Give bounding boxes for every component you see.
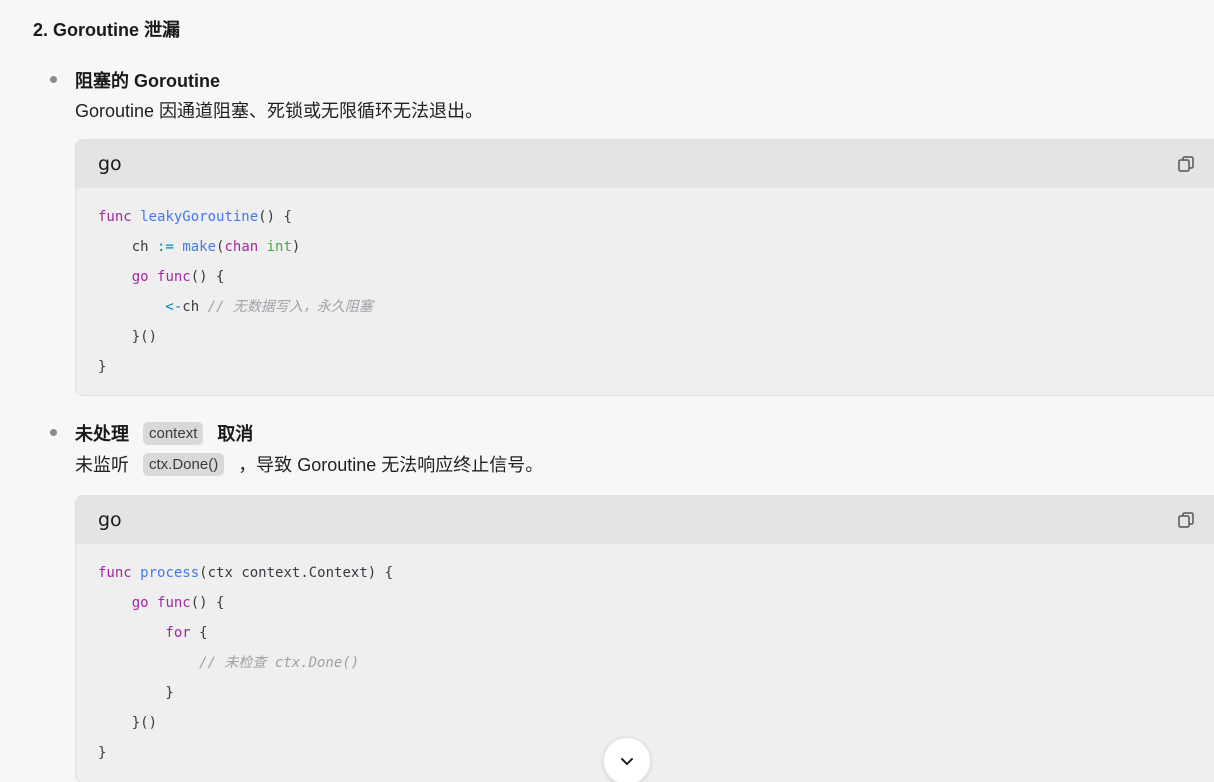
code-token: ) — [291, 239, 301, 255]
item-desc-text: ，导致 Goroutine 无法响应终止信号。 — [238, 455, 544, 475]
copy-icon[interactable] — [1177, 511, 1195, 529]
code-line: } — [98, 352, 1214, 382]
inline-code-ctx-done: ctx.Done() — [143, 452, 225, 476]
chevron-down-icon — [621, 758, 633, 765]
code-token: }() — [98, 715, 158, 731]
code-token: go — [98, 269, 158, 285]
code-token: for — [98, 625, 200, 641]
code-token: } — [98, 359, 107, 375]
code-block-header: go — [76, 140, 1214, 188]
code-token: ch — [182, 299, 208, 315]
code-line: }() — [98, 322, 1214, 352]
code-line: go func() { — [98, 588, 1214, 618]
code-token: func — [98, 565, 141, 581]
code-token: { — [199, 625, 208, 641]
code-token: go — [98, 595, 158, 611]
code-line: } — [98, 738, 1214, 768]
code-line: go func() { — [98, 262, 1214, 292]
code-token: // 无数据写入，永久阻塞 — [207, 299, 373, 315]
code-token: () { — [190, 595, 225, 611]
code-block-2: go func process(ctx context.Context) { g… — [75, 495, 1214, 782]
code-token: } — [98, 685, 174, 701]
copy-icon[interactable] — [1177, 155, 1195, 173]
code-language-label: go — [98, 153, 122, 175]
chat-content: 2. Goroutine 泄漏 阻塞的 Goroutine Goroutine … — [0, 0, 1214, 782]
code-token: func — [157, 595, 191, 611]
item-title-text: 取消 — [217, 424, 254, 444]
item-desc-text: 未监听 — [75, 455, 129, 475]
scroll-to-bottom-button[interactable] — [603, 737, 651, 782]
code-token: }() — [98, 329, 158, 345]
code-token: () { — [258, 209, 292, 225]
inline-code-context: context — [143, 421, 204, 445]
code-token: process — [140, 565, 200, 581]
section-heading: 2. Goroutine 泄漏 — [33, 20, 181, 40]
item-desc-blocked-goroutine: Goroutine 因通道阻塞、死锁或无限循环无法退出。 — [75, 101, 484, 121]
code-token: := — [157, 239, 183, 255]
code-block-1: go func leakyGoroutine() { ch := make(ch… — [75, 139, 1214, 396]
code-line: }() — [98, 708, 1214, 738]
code-token: () { — [190, 269, 225, 285]
code-body: func leakyGoroutine() { ch := make(chan … — [76, 188, 1214, 392]
code-line: func process(ctx context.Context) { — [98, 558, 1214, 588]
item-title-blocked-goroutine: 阻塞的 Goroutine — [75, 71, 220, 91]
item-title-text: 未处理 — [75, 424, 129, 444]
code-line: func leakyGoroutine() { — [98, 202, 1214, 232]
code-token: <- — [98, 299, 183, 315]
code-token: func — [157, 269, 191, 285]
code-line: for { — [98, 618, 1214, 648]
bullet-dot — [50, 429, 57, 436]
item-desc-unhandled-context: 未监听 ctx.Done() ，导致 Goroutine 无法响应终止信号。 — [75, 450, 543, 478]
code-line: ch := make(chan int) — [98, 232, 1214, 262]
code-body: func process(ctx context.Context) { go f… — [76, 544, 1214, 778]
code-line: } — [98, 678, 1214, 708]
bullet-dot — [50, 76, 57, 83]
code-token: int — [266, 239, 292, 255]
code-token: chan — [224, 239, 267, 255]
code-token: (ctx context.Context) { — [199, 565, 394, 581]
code-token: // 未检查 ctx.Done() — [98, 655, 360, 671]
code-token: make — [182, 239, 217, 255]
code-block-header: go — [76, 496, 1214, 544]
code-token: func — [98, 209, 141, 225]
code-line: // 未检查 ctx.Done() — [98, 648, 1214, 678]
code-token: leakyGoroutine — [140, 209, 259, 225]
code-line: <-ch // 无数据写入，永久阻塞 — [98, 292, 1214, 322]
code-token: } — [98, 745, 107, 761]
code-language-label: go — [98, 509, 122, 531]
item-title-unhandled-context: 未处理 context 取消 — [75, 419, 253, 447]
code-token: ch — [98, 239, 158, 255]
